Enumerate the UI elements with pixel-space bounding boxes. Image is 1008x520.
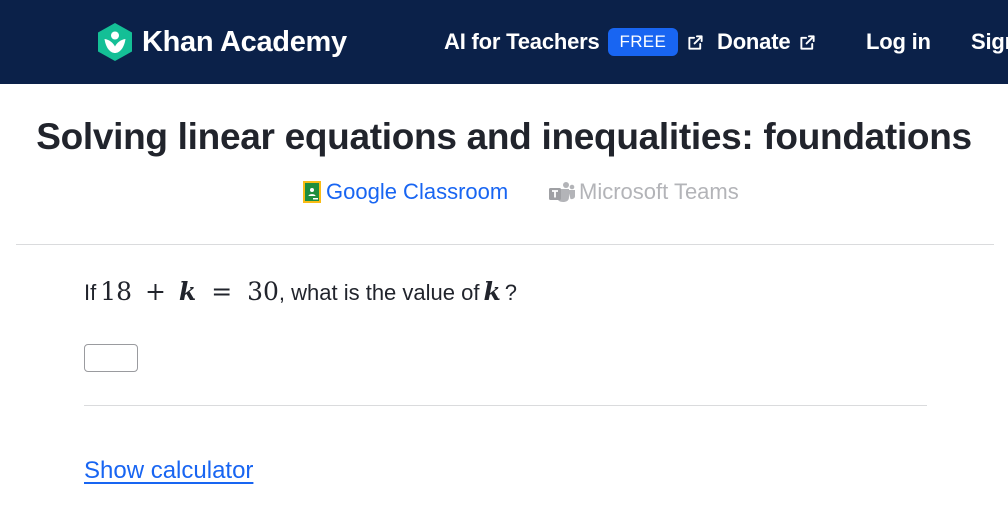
free-badge: FREE <box>607 28 679 56</box>
ai-for-teachers-link[interactable]: AI for Teachers FREE <box>444 26 704 58</box>
external-link-icon <box>688 34 703 50</box>
microsoft-teams-share-button[interactable]: Microsoft Teams <box>548 177 739 207</box>
google-classroom-share-button[interactable]: Google Classroom <box>303 177 508 207</box>
signup-label: Sign up <box>971 29 1008 54</box>
google-classroom-icon <box>303 181 321 203</box>
microsoft-teams-icon <box>549 182 575 202</box>
equation-number-2: 30 <box>247 277 279 306</box>
khan-academy-logo[interactable]: Khan Academy <box>96 20 347 64</box>
question-text: If 18 + k = 30 , what is the value of k … <box>84 277 517 311</box>
show-calculator-link[interactable]: Show calculator <box>84 457 253 485</box>
header-divider <box>16 244 994 245</box>
question-prefix: If <box>84 280 97 305</box>
khan-academy-logo-icon <box>98 23 132 61</box>
question-variable: k <box>483 277 500 306</box>
login-label: Log in <box>866 29 931 54</box>
logo-text: Khan Academy <box>142 25 347 58</box>
microsoft-teams-label: Microsoft Teams <box>579 179 739 204</box>
ai-for-teachers-label: AI for Teachers <box>444 29 600 54</box>
page-title: Solving linear equations and inequalitie… <box>36 116 972 157</box>
equation: 18 + k = 30 <box>100 277 279 306</box>
question-variable-k: k <box>483 277 501 306</box>
external-link-icon <box>800 34 815 50</box>
donate-link[interactable]: Donate <box>717 26 816 58</box>
equation-number-1: 18 <box>100 277 133 306</box>
signup-link[interactable]: Sign up <box>971 26 1008 58</box>
equation-equals: = <box>211 277 233 306</box>
donate-label: Donate <box>717 29 791 54</box>
top-navigation-bar: Khan Academy AI for Teachers FREE Donate… <box>0 0 1008 84</box>
equation-plus: + <box>145 277 166 306</box>
login-link[interactable]: Log in <box>866 26 931 58</box>
equation-variable: k <box>178 277 197 306</box>
answer-input[interactable] <box>84 344 138 372</box>
question-suffix: ? <box>504 280 518 305</box>
google-classroom-label: Google Classroom <box>326 179 509 204</box>
question-middle: , what is the value of <box>278 280 480 305</box>
question-divider <box>84 405 927 406</box>
